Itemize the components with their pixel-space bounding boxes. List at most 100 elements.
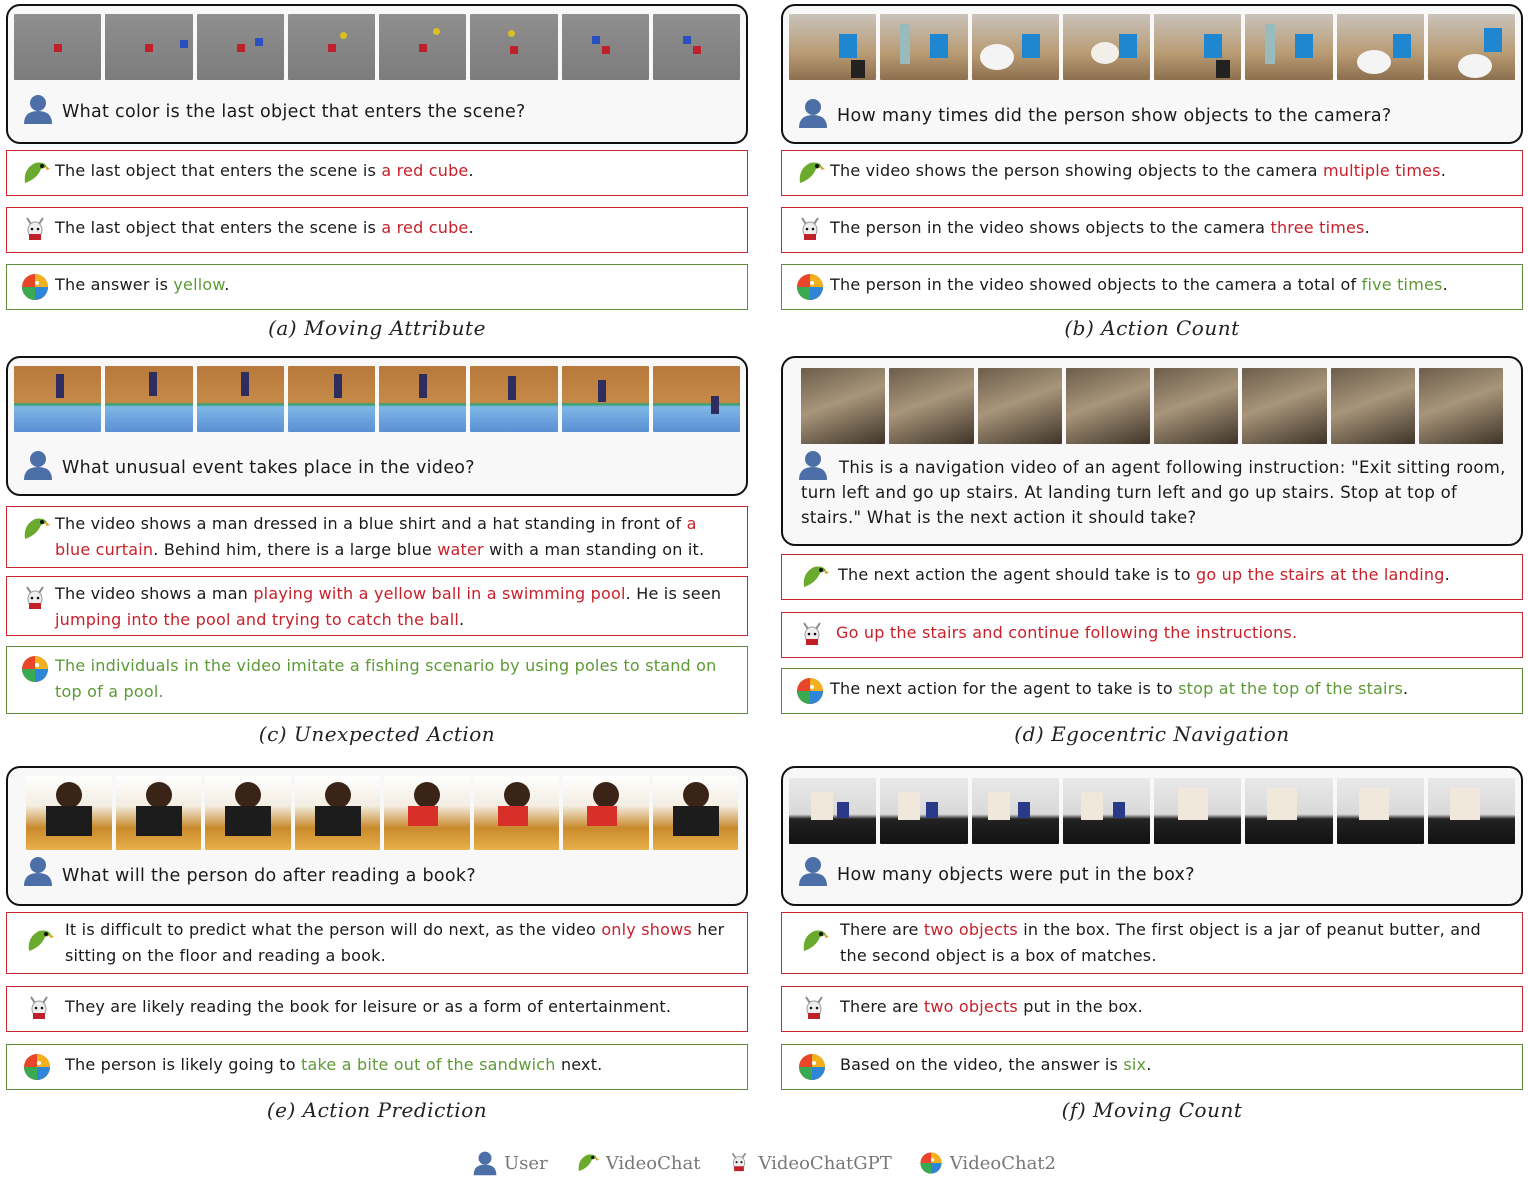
answer-videochat2: Based on the video, the answer is six.	[781, 1044, 1523, 1090]
answer-videochatgpt: They are likely reading the book for lei…	[6, 986, 748, 1032]
video-frame	[1330, 368, 1415, 444]
question-box: What unusual event takes place in the vi…	[6, 356, 748, 496]
video-frame	[1427, 14, 1515, 80]
question-box: How many objects were put in the box?	[781, 766, 1523, 906]
video-frame	[287, 14, 375, 80]
answer-text-plain: put in the box.	[1017, 997, 1143, 1016]
answer-highlight: multiple times	[1322, 161, 1441, 180]
question-text: How many times did the person show objec…	[837, 106, 1392, 126]
answer-text-plain: The person is likely going to	[65, 1055, 301, 1074]
answer-highlight: a red cube	[381, 218, 469, 237]
video-frame	[1336, 14, 1424, 80]
answer-videochat2: The person in the video showed objects t…	[781, 264, 1523, 310]
answer-videochatgpt: Go up the stairs and continue following …	[781, 612, 1523, 658]
answer-text: The video shows a man playing with a yel…	[55, 581, 733, 633]
answer-text-plain: The last object that enters the scene is	[55, 161, 382, 180]
video-frame	[196, 14, 284, 80]
video-frame	[470, 14, 558, 80]
answer-text-plain: next.	[555, 1055, 603, 1074]
video-frame	[287, 366, 375, 432]
answer-highlight: stop at the top of the stairs	[1178, 679, 1404, 698]
answer-text: There are two objects put in the box.	[840, 994, 1508, 1020]
user-icon	[799, 857, 827, 886]
goat-icon	[26, 217, 44, 240]
parrot-icon	[24, 162, 50, 183]
video-frame	[561, 366, 649, 432]
legend: User VideoChat VideoChatGPT VideoChat2	[0, 1146, 1528, 1180]
answer-text-plain: .	[1403, 679, 1409, 698]
answer-text: There are two objects in the box. The fi…	[840, 917, 1508, 969]
answer-text: The answer is yellow.	[55, 272, 733, 298]
video-frame	[971, 778, 1059, 844]
video-frame	[1154, 778, 1242, 844]
video-frame	[1062, 778, 1150, 844]
answer-highlight: only shows	[601, 920, 692, 939]
video-frame	[105, 366, 193, 432]
answer-text: It is difficult to predict what the pers…	[65, 917, 733, 969]
answer-text-plain: .	[1364, 218, 1370, 237]
parrot-icon	[578, 1154, 599, 1172]
answer-highlight: Go up the stairs and continue following …	[836, 623, 1298, 642]
answer-highlight: two objects	[923, 920, 1018, 939]
answer-text-plain: .	[1444, 565, 1450, 584]
legend-item-videochat: VideoChat	[574, 1150, 701, 1176]
rainbow-parrot-icon	[799, 1054, 825, 1080]
answer-text: The next action for the agent to take is…	[830, 676, 1508, 702]
video-frames	[14, 14, 740, 80]
answer-videochat: The next action the agent should take is…	[781, 554, 1523, 600]
video-frame	[652, 366, 740, 432]
legend-label: VideoChat	[605, 1152, 701, 1174]
video-frame	[1062, 14, 1150, 80]
answer-text-plain: Based on the video, the answer is	[840, 1055, 1124, 1074]
answer-highlight: six	[1123, 1055, 1147, 1074]
video-frame	[563, 776, 649, 850]
user-icon	[24, 451, 52, 480]
video-frame	[14, 366, 102, 432]
answer-text-plain: .	[1146, 1055, 1152, 1074]
answer-text: They are likely reading the book for lei…	[65, 994, 733, 1020]
video-frame	[652, 776, 738, 850]
goat-icon	[803, 622, 821, 645]
rainbow-parrot-icon	[24, 1054, 50, 1080]
video-frame	[1336, 778, 1424, 844]
video-frame	[384, 776, 470, 850]
answer-text-plain: The answer is	[55, 275, 174, 294]
answer-text: The last object that enters the scene is…	[55, 215, 733, 241]
answer-text: Go up the stairs and continue following …	[836, 620, 1508, 646]
panel-caption: (c) Unexpected Action	[258, 722, 496, 746]
user-icon	[799, 99, 827, 128]
answer-videochatgpt: The last object that enters the scene is…	[6, 207, 748, 253]
question-text: What unusual event takes place in the vi…	[62, 458, 475, 478]
panel-caption: (a) Moving Attribute	[268, 316, 486, 340]
answer-text-plain: The video shows a man	[55, 584, 254, 603]
answer-highlight: a red cube	[381, 161, 469, 180]
answer-text: The last object that enters the scene is…	[55, 158, 733, 184]
parrot-icon	[28, 930, 54, 951]
goat-icon	[26, 586, 44, 609]
answer-text: The person in the video showed objects t…	[830, 272, 1508, 298]
video-frame	[789, 778, 877, 844]
answer-text-plain: There are	[840, 920, 924, 939]
answer-highlight: three times	[1270, 218, 1365, 237]
video-frame	[801, 368, 886, 444]
answer-highlight: two objects	[923, 997, 1018, 1016]
answer-videochat2: The individuals in the video imitate a f…	[6, 646, 748, 714]
video-frame	[889, 368, 974, 444]
answer-text-plain: The video shows a man dressed in a blue …	[55, 514, 687, 533]
user-icon	[24, 857, 52, 886]
video-frame	[1245, 14, 1333, 80]
answer-text: The person in the video shows objects to…	[830, 215, 1508, 241]
answer-videochat: There are two objects in the box. The fi…	[781, 912, 1523, 974]
answer-videochat: The video shows the person showing objec…	[781, 150, 1523, 196]
parrot-icon	[803, 566, 829, 587]
answer-text-plain: The person in the video shows objects to…	[830, 218, 1271, 237]
answer-highlight: yellow	[173, 275, 225, 294]
answer-text: The next action the agent should take is…	[838, 562, 1508, 588]
parrot-icon	[803, 930, 829, 951]
legend-item-videochat2: VideoChat2	[918, 1150, 1056, 1176]
answer-highlight: go up the stairs at the landing	[1195, 565, 1445, 584]
answer-text-plain: The next action the agent should take is…	[838, 565, 1196, 584]
answer-text-plain: .	[1442, 275, 1448, 294]
video-frames	[14, 366, 740, 432]
user-icon	[24, 95, 52, 124]
